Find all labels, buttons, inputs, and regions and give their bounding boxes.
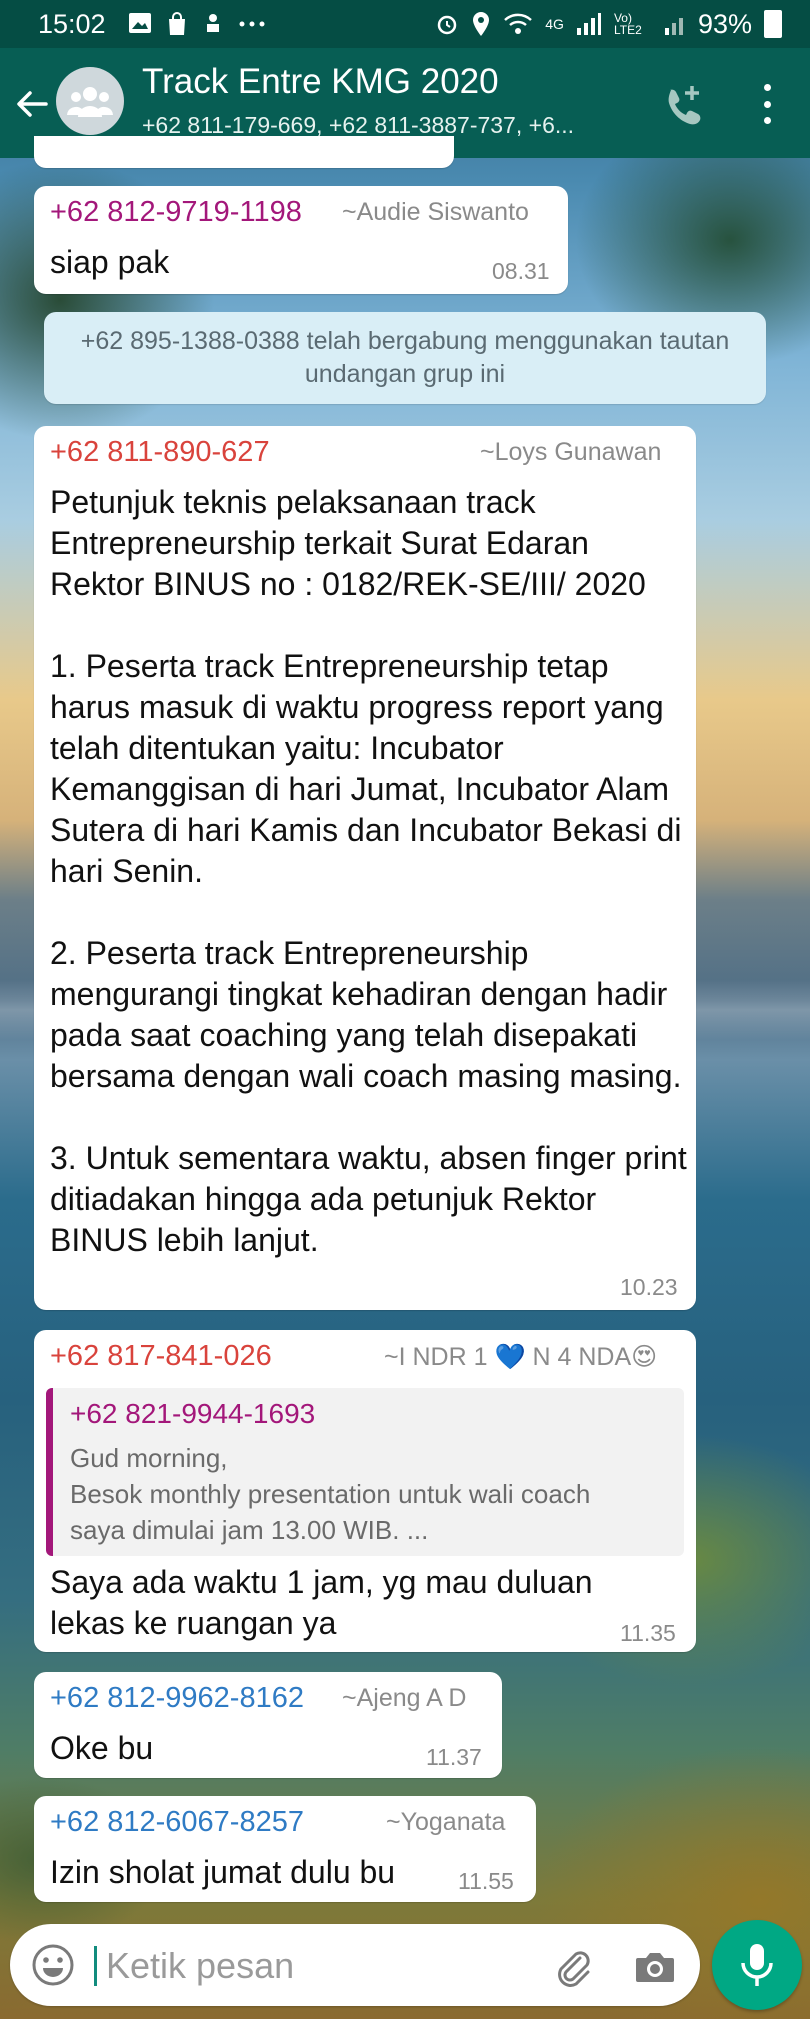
message-bubble-partial	[34, 136, 454, 168]
message-bubble[interactable]: +62 817-841-026 ~I NDR 1 💙 N 4 NDA😍 +62 …	[34, 1330, 696, 1652]
status-time: 15:02	[38, 8, 106, 39]
battery-icon	[764, 10, 782, 38]
quoted-message[interactable]: +62 821-9944-1693 Gud morning, Besok mon…	[46, 1388, 684, 1556]
add-call-icon[interactable]	[660, 82, 704, 126]
group-icon	[66, 87, 114, 117]
message-time: 11.35	[620, 1620, 676, 1646]
message-composer	[10, 1924, 700, 2006]
message-sender[interactable]: +62 812-9719-1198	[50, 196, 302, 229]
message-input[interactable]	[104, 1936, 538, 1996]
message-time: 08.31	[492, 258, 550, 284]
message-text: Izin sholat jumat dulu bu	[50, 1854, 396, 1890]
shop-notification-icon	[168, 12, 185, 35]
message-text: siap pak	[50, 244, 170, 280]
message-sender-alias: ~I NDR 1 💙 N 4 NDA😍	[384, 1343, 658, 1371]
message-sender[interactable]: +62 812-6067-8257	[50, 1806, 304, 1839]
message-sender[interactable]: +62 811-890-627	[50, 436, 270, 469]
message-sender-alias: ~Audie Siswanto	[342, 198, 529, 226]
message-text: Oke bu	[50, 1730, 154, 1766]
more-options-icon[interactable]	[752, 80, 782, 128]
group-avatar[interactable]	[56, 67, 124, 135]
message-bubble[interactable]: +62 812-9719-1198 ~Audie Siswanto siap p…	[34, 186, 568, 294]
signal-icon	[576, 13, 601, 35]
gallery-notification-icon	[128, 13, 151, 33]
message-time: 11.37	[426, 1744, 482, 1770]
network-type-label: 4G	[545, 16, 564, 32]
microphone-icon	[741, 1944, 773, 1986]
message-text: Saya ada waktu 1 jam, yg mau duluan leka…	[50, 1564, 602, 1641]
message-sender-alias: ~Loys Gunawan	[480, 438, 662, 466]
attachment-icon[interactable]	[550, 1944, 596, 1990]
more-notifications-icon	[239, 21, 265, 27]
voice-record-button[interactable]	[712, 1920, 802, 2010]
message-bubble[interactable]: +62 812-9962-8162 ~Ajeng A D Oke bu 11.3…	[34, 1672, 502, 1778]
emoji-icon[interactable]	[30, 1942, 76, 1988]
group-title[interactable]: Track Entre KMG 2020	[142, 62, 499, 102]
camera-icon[interactable]	[632, 1944, 678, 1990]
signal-2-icon	[664, 18, 683, 35]
message-sender-alias: ~Ajeng A D	[342, 1684, 467, 1712]
message-time: 11.55	[458, 1868, 514, 1894]
group-members[interactable]: +62 811-179-669, +62 811-3887-737, +6...	[142, 112, 574, 139]
message-sender[interactable]: +62 817-841-026	[50, 1340, 272, 1373]
alarm-icon	[438, 15, 457, 35]
location-icon	[473, 12, 490, 36]
message-sender-alias: ~Yoganata	[386, 1808, 506, 1836]
message-bubble[interactable]: +62 811-890-627 ~Loys Gunawan Petunjuk t…	[34, 426, 696, 1310]
quoted-text: Gud morning, Besok monthly presentation …	[70, 1443, 591, 1545]
system-notice: +62 895-1388-0388 telah bergabung menggu…	[44, 312, 766, 404]
wifi-icon	[504, 13, 533, 34]
status-bar: 15:02 4G Vo) LTE2 93%	[0, 0, 810, 48]
message-time: 10.23	[620, 1274, 678, 1300]
android-notification-icon	[206, 14, 219, 32]
volte-label: Vo) LTE2	[613, 11, 642, 37]
back-arrow-icon[interactable]	[10, 82, 54, 126]
message-sender[interactable]: +62 812-9962-8162	[50, 1682, 304, 1715]
battery-percent: 93%	[697, 8, 752, 39]
message-text: Petunjuk teknis pelaksanaan track Entrep…	[50, 484, 687, 1258]
text-caret	[94, 1946, 97, 1986]
quote-accent-bar	[46, 1388, 53, 1556]
message-bubble[interactable]: +62 812-6067-8257 ~Yoganata Izin sholat …	[34, 1796, 536, 1902]
quoted-sender: +62 821-9944-1693	[70, 1398, 316, 1429]
